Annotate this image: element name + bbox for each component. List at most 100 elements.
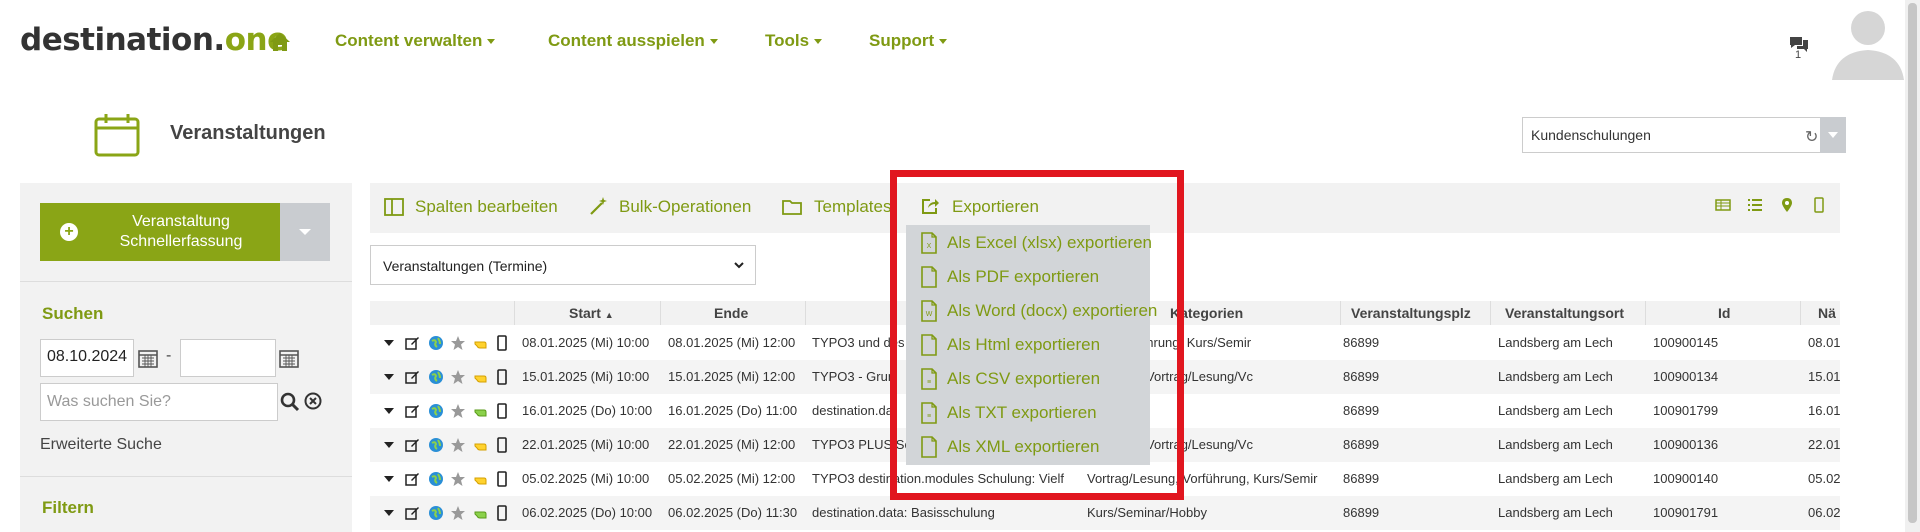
client-select-value: Kundenschulungen	[1531, 127, 1651, 143]
nav-content-verwalten[interactable]: Content verwalten	[335, 31, 496, 51]
mobile-view-icon[interactable]	[1811, 197, 1827, 213]
globe-icon[interactable]	[428, 335, 444, 351]
column-separator	[805, 301, 806, 325]
mobile-icon[interactable]	[494, 369, 510, 385]
globe-icon[interactable]	[428, 369, 444, 385]
expand-caret-icon[interactable]	[381, 369, 397, 385]
edit-icon[interactable]	[404, 335, 420, 351]
export-menu-item[interactable]: Als XML exportieren	[947, 437, 1099, 457]
column-separator	[660, 301, 661, 325]
globe-icon[interactable]	[428, 403, 444, 419]
mobile-icon[interactable]	[494, 437, 510, 453]
list-view-icon[interactable]	[1747, 197, 1763, 213]
export-button[interactable]: Exportieren	[952, 197, 1039, 217]
column-header-end[interactable]: Ende	[714, 305, 748, 321]
cell-start: 15.01.2025 (Mi) 10:00	[522, 369, 650, 384]
mobile-icon[interactable]	[494, 335, 510, 351]
view-select[interactable]: Veranstaltungen (Termine)	[370, 245, 756, 285]
pointer-hand-icon[interactable]	[473, 505, 489, 521]
avatar[interactable]	[1826, 0, 1910, 84]
star-icon[interactable]	[450, 335, 466, 351]
star-icon[interactable]	[450, 505, 466, 521]
templates-button[interactable]: Templates	[814, 197, 891, 217]
calendar-icon[interactable]	[138, 348, 158, 368]
column-header-id[interactable]: Id	[1718, 305, 1730, 321]
mobile-icon[interactable]	[494, 471, 510, 487]
expand-caret-icon[interactable]	[381, 505, 397, 521]
star-icon[interactable]	[450, 369, 466, 385]
chevron-down-icon	[939, 39, 948, 45]
edit-icon[interactable]	[404, 403, 420, 419]
edit-icon[interactable]	[404, 471, 420, 487]
quick-create-dropdown-button[interactable]	[280, 203, 330, 261]
column-header-zip[interactable]: Veranstaltungsplz	[1351, 305, 1471, 321]
edit-columns-button[interactable]: Spalten bearbeiten	[415, 197, 558, 217]
export-menu-item[interactable]: Als Excel (xlsx) exportieren	[947, 233, 1152, 253]
star-icon[interactable]	[450, 471, 466, 487]
edit-icon[interactable]	[404, 437, 420, 453]
pointer-hand-icon[interactable]	[473, 369, 489, 385]
advanced-search-link[interactable]: Erweiterte Suche	[40, 436, 162, 454]
quick-create-button[interactable]: + Veranstaltung Schnellerfassung	[40, 203, 280, 261]
export-menu-item[interactable]: Als Html exportieren	[947, 335, 1100, 355]
pointer-hand-icon[interactable]	[473, 403, 489, 419]
export-menu-item[interactable]: Als TXT exportieren	[947, 403, 1097, 423]
logo[interactable]: destination.one	[20, 22, 288, 58]
cell-end: 15.01.2025 (Mi) 12:00	[668, 369, 796, 384]
logo-main: destination.	[20, 22, 225, 58]
client-select[interactable]: Kundenschulungen ↻	[1522, 117, 1846, 153]
search-icon[interactable]	[280, 392, 300, 412]
edit-icon[interactable]	[404, 505, 420, 521]
scrollbar-thumb[interactable]	[1908, 3, 1917, 523]
client-select-dropdown-button[interactable]	[1820, 117, 1846, 153]
xml-file-icon	[921, 436, 937, 458]
svg-text:≡: ≡	[927, 413, 931, 420]
column-header-start[interactable]: Start ▲	[569, 305, 614, 321]
pointer-hand-icon[interactable]	[473, 437, 489, 453]
expand-caret-icon[interactable]	[381, 437, 397, 453]
columns-icon[interactable]	[384, 197, 404, 217]
cell-zip: 86899	[1343, 369, 1380, 384]
home-icon[interactable]	[268, 30, 292, 54]
nav-support[interactable]: Support	[869, 31, 948, 51]
export-menu-item[interactable]: Als PDF exportieren	[947, 267, 1099, 287]
export-menu-item[interactable]: Als CSV exportieren	[947, 369, 1100, 389]
chevron-down-icon	[487, 39, 496, 45]
globe-icon[interactable]	[428, 505, 444, 521]
mobile-icon[interactable]	[494, 505, 510, 521]
edit-icon[interactable]	[404, 369, 420, 385]
refresh-icon[interactable]: ↻	[1805, 127, 1818, 147]
nav-tools[interactable]: Tools	[765, 31, 823, 51]
export-icon[interactable]	[920, 196, 940, 216]
calendar-icon[interactable]	[279, 348, 299, 368]
export-menu-item[interactable]: Als Word (docx) exportieren	[947, 301, 1157, 321]
date-to-field[interactable]	[180, 339, 276, 377]
column-header-categories[interactable]: Kategorien	[1170, 305, 1243, 321]
svg-text:X: X	[927, 243, 932, 250]
expand-caret-icon[interactable]	[381, 471, 397, 487]
bulk-operations-button[interactable]: Bulk-Operationen	[619, 197, 751, 217]
mobile-icon[interactable]	[494, 403, 510, 419]
clear-icon[interactable]	[304, 392, 322, 410]
globe-icon[interactable]	[428, 471, 444, 487]
globe-icon[interactable]	[428, 437, 444, 453]
nav-content-ausspielen[interactable]: Content ausspielen	[548, 31, 718, 51]
expand-caret-icon[interactable]	[381, 403, 397, 419]
chevron-down-icon	[734, 262, 744, 269]
cell-zip: 86899	[1343, 471, 1380, 486]
folder-icon[interactable]	[782, 197, 802, 217]
chevron-down-icon	[814, 39, 823, 45]
search-input[interactable]: Was suchen Sie?	[40, 383, 278, 421]
pointer-hand-icon[interactable]	[473, 471, 489, 487]
star-icon[interactable]	[450, 437, 466, 453]
table-view-icon[interactable]	[1715, 197, 1731, 213]
magic-wand-icon[interactable]	[588, 196, 608, 216]
star-icon[interactable]	[450, 403, 466, 419]
pointer-hand-icon[interactable]	[473, 335, 489, 351]
svg-text:≡: ≡	[927, 379, 931, 386]
column-header-next[interactable]: Nä	[1818, 305, 1836, 321]
expand-caret-icon[interactable]	[381, 335, 397, 351]
column-header-place[interactable]: Veranstaltungsort	[1505, 305, 1624, 321]
date-from-field[interactable]: 08.10.2024	[40, 339, 134, 377]
map-marker-icon[interactable]	[1779, 197, 1795, 213]
